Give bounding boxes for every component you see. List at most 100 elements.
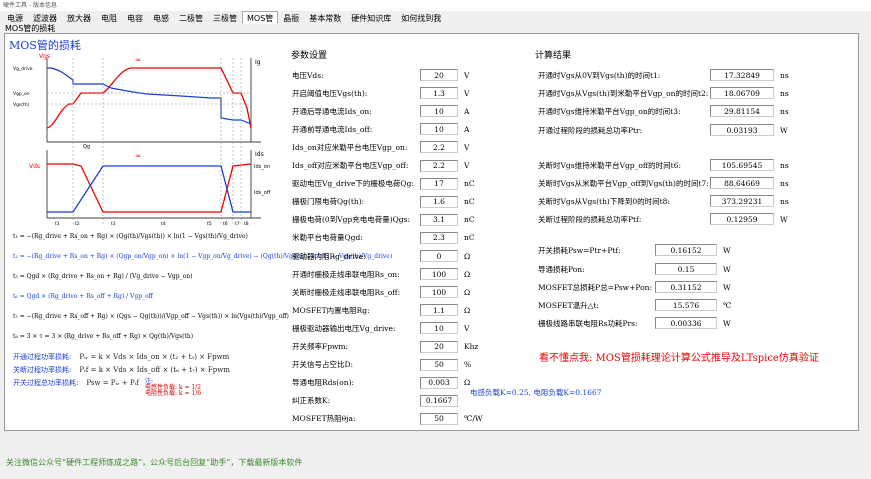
param-row: MOSFET热阻θja: ℃/W bbox=[292, 412, 483, 426]
label-t4: t4 bbox=[161, 221, 166, 227]
param-input[interactable] bbox=[420, 141, 458, 154]
param-unit: nC bbox=[464, 215, 475, 225]
result-value[interactable] bbox=[710, 195, 774, 207]
param-row: 驱动电压Vg_drive下的栅极电荷Qg: nC bbox=[292, 177, 475, 191]
result-label: 开关损耗Psw=Ptr+Ptf: bbox=[538, 245, 621, 255]
tab-9[interactable]: 晶振 bbox=[278, 11, 304, 24]
param-input[interactable] bbox=[420, 159, 458, 172]
param-label: MOSFET热阻θja: bbox=[292, 414, 356, 424]
param-input[interactable] bbox=[420, 286, 458, 299]
result-value[interactable] bbox=[710, 213, 774, 225]
param-unit: Ω bbox=[464, 378, 471, 388]
result-label: MOSFET总损耗P总=Psw+Pon: bbox=[538, 282, 652, 292]
result-unit: ns bbox=[780, 88, 789, 98]
result-row: 开通过程阶段的损耗总功率Ptr: W bbox=[538, 123, 788, 137]
param-label: 开通后导通电流Ids_on: bbox=[292, 106, 372, 116]
param-input[interactable] bbox=[420, 69, 458, 81]
result-value[interactable] bbox=[710, 105, 774, 117]
result-unit: ℃ bbox=[723, 300, 732, 310]
label-ids-off: Ids_off bbox=[254, 190, 271, 196]
param-input[interactable] bbox=[420, 376, 458, 389]
result-label: 关断时Vgs维持米勒平台Vgp_off的时间t6: bbox=[538, 160, 681, 170]
loss-expr: Psw = Pₜᵣ + Pₜf bbox=[86, 379, 139, 387]
param-input[interactable] bbox=[420, 105, 458, 118]
result-value[interactable] bbox=[710, 69, 774, 81]
loss-expr: Pₜf = k × Vds × Ids_off × (t₆ + t₇) × Fp… bbox=[79, 366, 230, 374]
result-value[interactable] bbox=[710, 159, 774, 171]
formula-line: t₂ = −(Rg_drive + Rs_on + Rg) × (Qgp_on/… bbox=[13, 253, 393, 260]
tab-8[interactable]: MOS管 bbox=[242, 11, 279, 24]
param-input[interactable] bbox=[420, 250, 458, 262]
result-unit: W bbox=[723, 282, 731, 292]
label-t7: t7 bbox=[235, 221, 240, 227]
result-value[interactable] bbox=[655, 281, 717, 293]
tab-2[interactable]: 放大器 bbox=[62, 11, 96, 24]
param-row: 开启阈值电压Vgs(th): V bbox=[292, 86, 469, 100]
param-unit: V bbox=[464, 142, 470, 152]
mos-loss-panel: MOS管的损耗 ≈ ≈ Ig Vgs Vg_drive Vgp_on Vgs(t… bbox=[4, 33, 859, 431]
param-input[interactable] bbox=[420, 195, 458, 208]
param-unit: nC bbox=[464, 197, 475, 207]
param-row: 栅极门限电荷Qg(th): nC bbox=[292, 195, 475, 209]
label-vgs: Vgs bbox=[39, 53, 50, 60]
result-unit: ns bbox=[780, 70, 789, 80]
result-value[interactable] bbox=[655, 263, 717, 275]
result-unit: W bbox=[780, 125, 788, 135]
formula-line: t₁ = −(Rg_drive + Rs_on + Rg) × (Qg(th)/… bbox=[13, 233, 248, 240]
param-input[interactable] bbox=[420, 394, 458, 407]
param-input[interactable] bbox=[420, 358, 458, 371]
param-unit: A bbox=[464, 124, 470, 134]
param-label: 驱动器内阻Rg_drive: bbox=[292, 251, 366, 261]
param-input[interactable] bbox=[420, 304, 458, 317]
formula-line: t₆ = Qgd × (Rg_drive + Rs_off + Rg) / Vg… bbox=[13, 293, 153, 300]
tab-5[interactable]: 电感 bbox=[148, 11, 174, 24]
param-input[interactable] bbox=[420, 268, 458, 281]
tab-3[interactable]: 电阻 bbox=[96, 11, 122, 24]
param-unit: nC bbox=[464, 179, 475, 189]
param-unit: Khz bbox=[464, 342, 479, 351]
label-t3: t3 bbox=[111, 221, 116, 227]
param-label: 米勒平台电荷量Qgd: bbox=[292, 233, 363, 243]
result-value[interactable] bbox=[655, 317, 717, 329]
result-value[interactable] bbox=[655, 244, 717, 256]
param-row: Ids_on对应米勒平台电压Vgp_on: V bbox=[292, 140, 469, 154]
param-label: 开启阈值电压Vgs(th): bbox=[292, 88, 368, 98]
label-ids-on: Ids_on bbox=[254, 164, 270, 170]
tab-10[interactable]: 基本常数 bbox=[304, 11, 346, 24]
result-value[interactable] bbox=[710, 124, 774, 136]
result-label: 开通时Vgs从0V到Vgs(th)的时间t1: bbox=[538, 70, 661, 80]
param-row: 开关信号占空比D:% bbox=[292, 358, 471, 372]
footer-note: 关注微信公众号“硬件工程师炼成之路”，公众号后台回复“助手”，下载最新版本软件 bbox=[6, 458, 303, 467]
param-input[interactable] bbox=[420, 213, 458, 226]
formula-line: t₈ = 3 × τ = 3 × (Rg_drive + Rs_off + Rg… bbox=[13, 333, 194, 340]
result-row: 开通时Vgs从Vgs(th)到米勒平台Vgp_on的时间t2: ns bbox=[538, 86, 789, 100]
param-input[interactable] bbox=[420, 412, 458, 425]
param-label: 开通时栅极走线串联电阻Rs_on: bbox=[292, 269, 400, 279]
result-value[interactable] bbox=[655, 299, 717, 311]
tab-6[interactable]: 二极管 bbox=[174, 11, 208, 24]
tab-11[interactable]: 硬件知识库 bbox=[346, 11, 396, 24]
param-label: 栅极电荷(0到Vgp充电电荷量)Qgs: bbox=[292, 215, 410, 225]
result-row: MOSFET总损耗P总=Psw+Pon: W bbox=[538, 280, 731, 294]
param-input[interactable] bbox=[420, 340, 458, 353]
param-label: 导通电阻Rds(on): bbox=[292, 378, 355, 388]
result-value[interactable] bbox=[710, 87, 774, 99]
tab-4[interactable]: 电容 bbox=[122, 11, 148, 24]
tab-7[interactable]: 三极管 bbox=[208, 11, 242, 24]
results-section-title: 计算结果 bbox=[535, 51, 572, 61]
derivation-link[interactable]: 看不懂点我: MOS管损耗理论计算公式推导及LTspice仿真验证 bbox=[539, 349, 819, 364]
result-row: 关断时Vgs从Vgs(th)下降到0的时间t8: ns bbox=[538, 194, 789, 208]
label-t2: t2 bbox=[75, 221, 80, 227]
param-input[interactable] bbox=[420, 87, 458, 100]
param-input[interactable] bbox=[420, 322, 458, 335]
param-input[interactable] bbox=[420, 177, 458, 190]
label-t5: t5 bbox=[207, 221, 212, 227]
param-input[interactable] bbox=[420, 231, 458, 244]
param-row: 电压Vds: V bbox=[292, 68, 469, 82]
tab-12[interactable]: 如何找到我 bbox=[396, 11, 446, 24]
loss-label: 关断过程功率损耗: bbox=[13, 366, 72, 374]
param-row: 栅极电荷(0到Vgp充电电荷量)Qgs: nC bbox=[292, 213, 475, 227]
result-value[interactable] bbox=[710, 177, 774, 189]
param-input[interactable] bbox=[420, 123, 458, 136]
label-vds: Vds bbox=[29, 163, 40, 170]
